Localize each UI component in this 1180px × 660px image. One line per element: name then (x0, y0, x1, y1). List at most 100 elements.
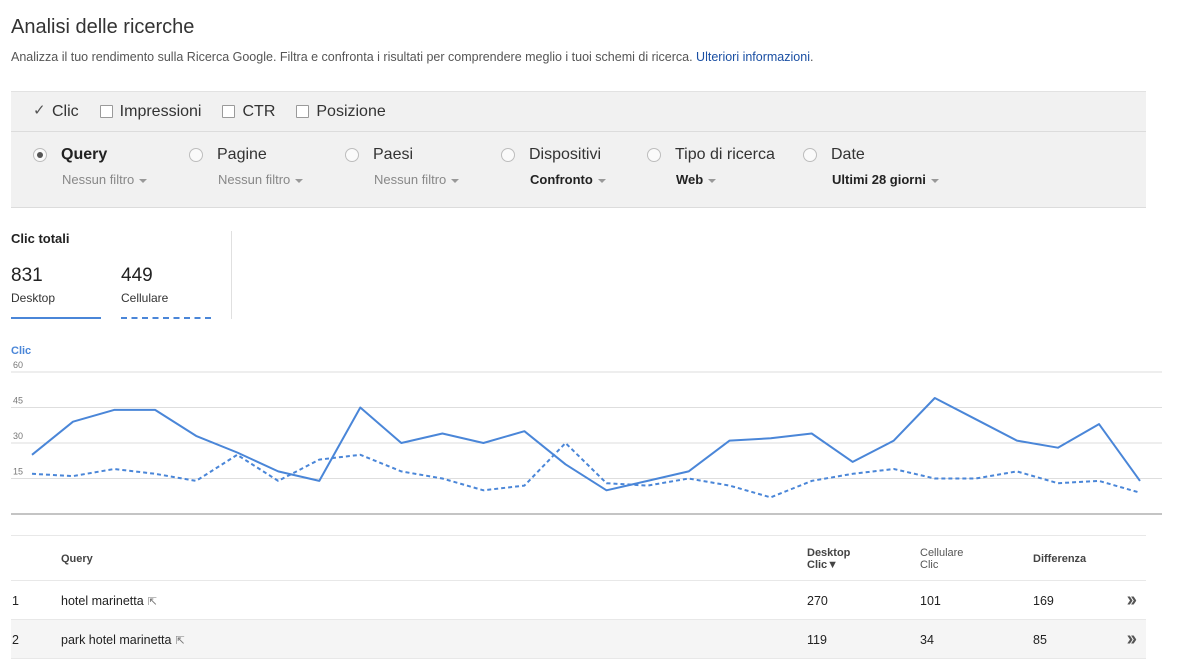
row-diff: 85 (1033, 633, 1047, 647)
caret-down-icon (295, 178, 304, 183)
checkbox-icon (296, 105, 310, 118)
total-desktop[interactable]: 831 Desktop (11, 265, 101, 319)
dimension-pagine[interactable]: Pagine Nessun filtro (189, 146, 304, 187)
dimension-date-filter[interactable]: Ultimi 28 giorni (832, 172, 939, 187)
series-line-cellulare[interactable] (31, 442, 1141, 499)
total-cellulare-label: Cellulare (121, 291, 169, 305)
table-header: Query Desktop Clic▼ Cellulare Clic Diffe… (11, 535, 1146, 581)
row-query[interactable]: hotel marinetta ⇱ (61, 594, 157, 608)
checkbox-icon (222, 105, 236, 118)
row-desktop: 119 (807, 633, 827, 647)
filter-text: Ultimi 28 giorni (832, 172, 926, 187)
caret-down-icon (930, 178, 939, 183)
caret-down-icon (139, 178, 148, 183)
dimension-date[interactable]: Date Ultimi 28 giorni (803, 146, 939, 187)
radio-icon[interactable] (189, 148, 203, 162)
metric-posizione[interactable]: Posizione (296, 102, 386, 121)
clicks-chart: Clic 15 30 45 60 (0, 340, 1180, 520)
dimension-tipo-ricerca-label: Tipo di ricerca (675, 146, 775, 163)
y-tick-label: 30 (13, 431, 23, 441)
filter-text: Web (676, 172, 704, 187)
metric-ctr-label: CTR (242, 102, 276, 120)
row-desktop: 270 (807, 594, 828, 608)
row-query[interactable]: park hotel marinetta ⇱ (61, 633, 185, 647)
col-header-desktop-line2: Clic▼ (807, 559, 839, 571)
radio-icon[interactable] (501, 148, 515, 162)
col-header-diff[interactable]: Differenza (1033, 553, 1086, 565)
y-axis-label: Clic (11, 345, 31, 357)
metric-ctr[interactable]: CTR (222, 103, 275, 121)
row-diff: 169 (1033, 594, 1054, 608)
table-row[interactable]: 2 park hotel marinetta ⇱ 119 34 85 ›› (11, 620, 1146, 659)
filter-text: Nessun filtro (62, 172, 135, 187)
dimension-query-filter[interactable]: Nessun filtro (62, 172, 148, 187)
dimension-paesi-filter[interactable]: Nessun filtro (374, 172, 460, 187)
totals-title: Clic totali (11, 231, 70, 246)
radio-icon[interactable] (345, 148, 359, 162)
dimension-paesi-label: Paesi (373, 146, 414, 163)
query-text: hotel marinetta (61, 594, 144, 608)
total-desktop-value: 831 (11, 265, 43, 286)
dimension-query-label: Query (61, 146, 108, 163)
dimension-tipo-ricerca-filter[interactable]: Web (676, 172, 775, 187)
dimension-dispositivi-label: Dispositivi (529, 146, 602, 163)
dimension-paesi[interactable]: Paesi Nessun filtro (345, 146, 460, 187)
metric-clic-label: Clic (52, 102, 79, 120)
radio-icon[interactable] (647, 148, 661, 162)
metric-impressioni-label: Impressioni (119, 102, 202, 120)
dimension-pagine-label: Pagine (217, 146, 267, 163)
checkmark-icon: ✓ (33, 102, 46, 119)
series-line-desktop[interactable] (31, 397, 1141, 492)
total-cellulare[interactable]: 449 Cellulare (121, 265, 211, 319)
description-text: Analizza il tuo rendimento sulla Ricerca… (11, 50, 693, 64)
double-chevron-right-icon[interactable]: ›› (1127, 628, 1137, 651)
checkbox-icon (99, 105, 113, 118)
page-description: Analizza il tuo rendimento sulla Ricerca… (11, 50, 813, 64)
results-table: Query Desktop Clic▼ Cellulare Clic Diffe… (11, 535, 1146, 659)
dimension-query[interactable]: Query Nessun filtro (33, 146, 148, 187)
total-desktop-label: Desktop (11, 291, 56, 305)
filter-text: Confronto (530, 172, 593, 187)
dimension-dispositivi[interactable]: Dispositivi Confronto (501, 146, 606, 187)
caret-down-icon (708, 178, 717, 183)
col-header-mobile-line1: Cellulare (920, 547, 964, 559)
y-tick-label: 45 (13, 396, 23, 406)
row-mobile: 34 (920, 633, 934, 647)
metric-clic[interactable]: ✓ Clic (33, 103, 79, 121)
learn-more-link[interactable]: Ulteriori informazioni (696, 50, 810, 64)
col-header-desktop[interactable]: Desktop Clic▼ (807, 547, 850, 571)
col-header-query[interactable]: Query (61, 553, 93, 565)
col-header-mobile[interactable]: Cellulare Clic (920, 547, 963, 571)
dimensions-bar: Query Nessun filtro Pagine Nessun filtro… (11, 132, 1146, 208)
dimension-pagine-filter[interactable]: Nessun filtro (218, 172, 304, 187)
row-rank: 1 (12, 594, 19, 608)
totals-divider (231, 231, 232, 319)
total-cellulare-value: 449 (121, 265, 153, 286)
y-tick-label: 60 (13, 360, 23, 370)
col-header-desktop-line1: Desktop (807, 547, 851, 559)
metric-impressioni[interactable]: Impressioni (99, 102, 202, 121)
description-suffix: . (809, 50, 814, 64)
radio-selected-icon[interactable] (33, 148, 47, 162)
row-mobile: 101 (920, 594, 941, 608)
legend-solid-line (11, 317, 101, 319)
legend-dashed-line (121, 317, 211, 319)
page-title: Analisi delle ricerche (11, 16, 195, 38)
dimension-dispositivi-filter[interactable]: Confronto (530, 172, 606, 187)
filter-text: Nessun filtro (374, 172, 447, 187)
radio-icon[interactable] (803, 148, 817, 162)
external-link-icon[interactable]: ⇱ (148, 596, 157, 608)
table-row[interactable]: 1 hotel marinetta ⇱ 270 101 169 ›› (11, 581, 1146, 620)
dimension-tipo-ricerca[interactable]: Tipo di ricerca Web (647, 146, 775, 187)
col-header-mobile-line2: Clic (920, 559, 939, 571)
metrics-bar: ✓ Clic Impressioni CTR Posizione (11, 91, 1146, 132)
double-chevron-right-icon[interactable]: ›› (1127, 589, 1137, 612)
external-link-icon[interactable]: ⇱ (175, 635, 184, 647)
y-tick-label: 15 (13, 467, 23, 477)
row-rank: 2 (12, 633, 19, 647)
filter-text: Nessun filtro (218, 172, 291, 187)
caret-down-icon (597, 178, 606, 183)
metric-posizione-label: Posizione (316, 102, 386, 120)
dimension-date-label: Date (831, 146, 865, 163)
chart-svg: Clic 15 30 45 60 (11, 345, 1162, 515)
